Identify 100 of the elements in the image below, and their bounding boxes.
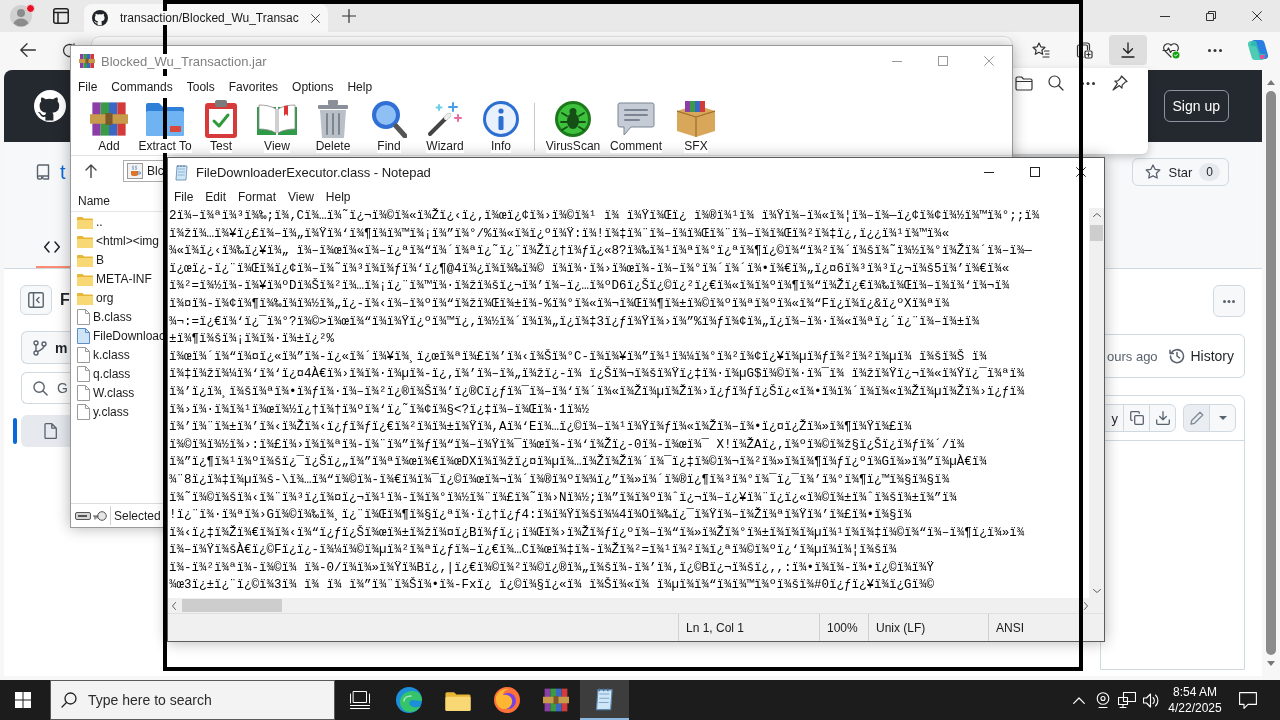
coffee-cup-icon xyxy=(127,163,143,179)
notification-icon[interactable] xyxy=(1238,691,1257,709)
scroll-thumb[interactable] xyxy=(1266,91,1276,655)
more-icon[interactable] xyxy=(1081,81,1095,85)
search-icon[interactable] xyxy=(1048,75,1064,91)
taskbar-search-field[interactable]: Type here to search xyxy=(50,680,335,720)
file-icon xyxy=(77,365,90,382)
open-book-icon xyxy=(257,103,297,135)
menu-item[interactable]: Format xyxy=(232,186,283,208)
sidebar-toggle-button[interactable] xyxy=(20,285,52,315)
add-button[interactable]: Add xyxy=(81,98,137,154)
text-line: ¾«ï¾ï¿‹ï¾‰ï¿¥ï¾„ ï¾–ï¾œï¾«ï¾–ï¿ªï¾“ï¾´ï¾ªï¿˜ï¿¨ï¾Žï¿†ï¾ƒï¿«8?ï¾‰ï¾¹ï¾ªï¾°ï¿ªï¾¶ï¿©ï¾“ï¾²ï¾´ï¾šï¾˜ï¾½ï¾°ï¾Žï¾´ï¾–ï¾— xyxy=(169,243,1032,261)
close-icon xyxy=(984,56,994,66)
folder-icon xyxy=(444,689,471,711)
text-line: ¾œ3ï¿±ï¿¨ï¿©ï¾3ï¾ ï¾ ï¾ ï¾”ï¾¨ï¾Šï¾•ï¾-Fxï¿ ï¿©ï¾§ï¿«ï¾ ï¾Šï¾«ï¾ ï¾µï¾ï¾“ï¾ï¾™ï¾ºï¾šï¾#0ï¿ƒï¿¥ï¾ï¿Gï¾© xyxy=(169,577,935,595)
menu-item[interactable]: Help xyxy=(319,186,357,208)
star-button[interactable]: Star 0 xyxy=(1132,158,1229,186)
branch-button[interactable]: m xyxy=(21,331,70,364)
scroll-thumb[interactable] xyxy=(1090,225,1103,241)
clock-time[interactable]: 8:54 AM xyxy=(1173,684,1217,700)
file-row[interactable]: q.class xyxy=(71,364,167,383)
network-icon[interactable] xyxy=(1118,692,1136,708)
folder-icon xyxy=(77,290,93,305)
wave-logo-icon xyxy=(395,687,422,713)
bug-icon xyxy=(555,101,591,137)
scroll-up-icon xyxy=(1267,80,1275,85)
pencil-icon xyxy=(1189,411,1204,425)
test-button[interactable]: Test xyxy=(193,98,249,154)
search-icon xyxy=(61,692,77,708)
copy-button[interactable] xyxy=(1123,404,1150,432)
text-line: ï¾”ï¿¶ï¾¹ï¾ºï¾šï¿¯ï¿Šï¿„ï¾”ï¾ªï¾œï¾€ï¾œDXï¾ï¾žï¿¤ï¾µï¾…ï¾Žï¾Žï¾´ï¾¯ï¿‡ï¾©ï¾¬ï¾²ï¾»ï¾ï¾¶ï¾ƒï¿ºï¾Gï¾»ï¾”ï¾µÀ€ï¾ xyxy=(169,454,987,472)
folder-icon xyxy=(77,214,93,229)
text-line: ï¾žï¾…ï¾¥ï¿£ï¾–ï¾„ï¾Ÿï¾‘ï¾¶ï¾ï¾™ï¾¡ï¾”ï¾°/%ï¾«ï¾ï¿ºï¾Ÿ:ï¾!ï¾‡ï¾¨ï¾–ï¾ï¾Œï¾¨ï¾–ï¾ï¾Œï¾²ï¾‡ï¿‚ï¿¿ï¾¹ï¾™ï¾« xyxy=(169,225,950,243)
heartbeat-icon xyxy=(1162,41,1181,59)
tab-actions-icon[interactable] xyxy=(53,8,69,24)
edit-button[interactable] xyxy=(1183,404,1210,432)
file-search-field[interactable]: G xyxy=(21,372,70,404)
camera-icon[interactable] xyxy=(1096,692,1110,708)
delete-button[interactable]: Delete xyxy=(305,98,361,154)
file-row[interactable]: k.class xyxy=(71,345,167,364)
code-icon xyxy=(44,241,60,253)
file-row[interactable]: y.class xyxy=(71,402,167,421)
plus-icon[interactable] xyxy=(342,9,356,23)
file-icon xyxy=(77,384,90,401)
up-arrow-icon[interactable] xyxy=(85,164,97,178)
cat-logo-icon[interactable] xyxy=(34,90,66,122)
sign-up-button[interactable]: Sign up xyxy=(1163,90,1229,122)
text-line: ï¿œï¿-ï¿¨ï¾Œï¾ï¿¢ï¾–ï¾˜ï¾³ï¾ï¾ƒï¾‘ï¿¶@4ï¾¿ï¾ï¾‰ï¾© ï¾ï¾·ï¾›ï¾œï¾-ï¾–ï¾°ï¾´ï¾´ï¾•ï¾€ï¾„ï¿¤6ï¾³ï¾³ï¿¬ï¾š5ï¾’ï¾€ï¾« xyxy=(169,260,1010,278)
scroll-down-icon xyxy=(1092,589,1101,593)
sfx-button[interactable]: SFX xyxy=(666,98,726,154)
view-button[interactable]: View xyxy=(249,98,305,154)
folder-icon[interactable] xyxy=(1015,75,1033,91)
folder-icon xyxy=(77,252,93,267)
clock-date[interactable]: 4/22/2025 xyxy=(1168,700,1222,716)
caret-up-icon[interactable] xyxy=(1073,696,1085,704)
restore-icon xyxy=(1206,11,1216,21)
file-icon xyxy=(77,327,90,344)
virusscan-button[interactable]: VirusScan xyxy=(540,98,606,154)
file-tree-item[interactable] xyxy=(21,415,70,447)
taskbar-button[interactable] xyxy=(580,680,629,720)
info-button[interactable]: Info xyxy=(473,98,529,154)
downloads-button[interactable] xyxy=(1108,35,1147,65)
star-count: 0 xyxy=(1199,163,1220,181)
horizontal-scrollbar[interactable] xyxy=(168,598,1104,613)
extract-button[interactable]: Extract To xyxy=(137,98,193,154)
back-arrow-icon[interactable] xyxy=(20,43,36,57)
menu-item[interactable]: File xyxy=(168,186,200,208)
volume-icon[interactable] xyxy=(1142,692,1160,708)
text-line: ¾¬:=ï¿€ï¾‘ï¿¯ï¾°?ï¾©>ï¾œï¾“ï¾ï¾Ÿï¿ºï¾™ï¿‚ï¾½ï¾´ï¾ï¾„ï¿ï¾‡3ï¿ƒï¾Ÿï¾›ï¾”%ï¾ƒï¾¢ï¾„ï¿ï¾–ï¾·ï¾«ï¾ªï¿´ï¿¨ï¾–ï¾±ï¾ xyxy=(169,313,980,331)
wizard-button[interactable]: Wizard xyxy=(417,98,473,154)
sidebar-toggle-icon xyxy=(28,292,44,308)
download-button[interactable] xyxy=(1149,404,1176,432)
scroll-thumb[interactable] xyxy=(182,599,282,612)
scroll-left-icon xyxy=(172,601,176,610)
text-line: ï¾‹ï¿‡ï¾Žï¾€ï¾ï¾‹ï¾“ï¿ƒï¿Šï¾œï¾±ï¾žï¾¤ï¿Bï¾ƒï¿¡ï¾Œï¾›ï¾Žï¾ƒï¿ºï¾–ï¾“ï¾»ï¾Žï¾°ï¾±ï¾ï¾ï¾µï¾¹ï¾ï¾‡ï¾©ï¾“ï¾–ï¾¶ï¿ï¾»ï¾ xyxy=(169,524,1025,542)
minimize-icon xyxy=(1160,15,1170,17)
more-icon xyxy=(1223,299,1235,303)
text-line: ï¾¤ï¾-ï¾¢ï¾¶ï¾‰ï¾ï¾½ï¾„ï¿-ï¾‹ï¾–ï¾ºï¾“ï¾žï¾Œï¾±ï¾-%ï¾°ï¾«ï¾¬ï¾Œï¾¶ï¾±ï¾©ï¾ºï¾ªï¾ºï¾«ï¾“Fï¿ï¾ï¿&ï¿ºXï¾ªï¾ xyxy=(169,295,950,313)
comment-button[interactable]: Comment xyxy=(606,98,666,154)
clipboard-check-icon xyxy=(205,100,237,138)
minimize-icon xyxy=(984,171,994,173)
scroll-up-icon xyxy=(1092,213,1101,217)
find-button[interactable]: Find xyxy=(361,98,417,154)
info-icon xyxy=(483,101,519,137)
file-row[interactable]: W.class xyxy=(71,383,167,402)
file-row[interactable]: B.class xyxy=(71,307,167,326)
menu-item[interactable]: View xyxy=(282,186,320,208)
menu-item[interactable]: Edit xyxy=(199,186,233,208)
history-button[interactable]: History xyxy=(1169,348,1234,364)
books-stack-icon xyxy=(79,53,95,69)
close-icon xyxy=(311,13,320,23)
text-line: ï¾²=ï¾½ï¾-ï¾¥ï¾ºDï¾Šï¾²ï¾…ï¾¡ï¿¨ï¾™ï¾·ï¾žï¾šï¿¬ï¾’ï¾–ï¿…ï¾ºD6ï¿Šï¿©ï¿²ï¿€ï¾«ï¾ï¾ºï¾¶ï¾“ï¾Žï¿€ï¾‰ï¾Œï¾–ï¾ï¾‘ï¾¬ï¾ xyxy=(169,278,1010,296)
windows-logo-icon[interactable] xyxy=(14,692,31,708)
repo-name-link[interactable]: t xyxy=(60,160,66,184)
vertical-scrollbar[interactable] xyxy=(1089,208,1104,598)
pin-icon[interactable] xyxy=(1112,75,1128,91)
magnifier-icon xyxy=(371,100,407,138)
close-icon xyxy=(1252,11,1262,21)
browser-tab[interactable]: transaction/Blocked_Wu_Transac xyxy=(84,4,328,32)
profile-avatar-icon[interactable] xyxy=(9,4,35,28)
